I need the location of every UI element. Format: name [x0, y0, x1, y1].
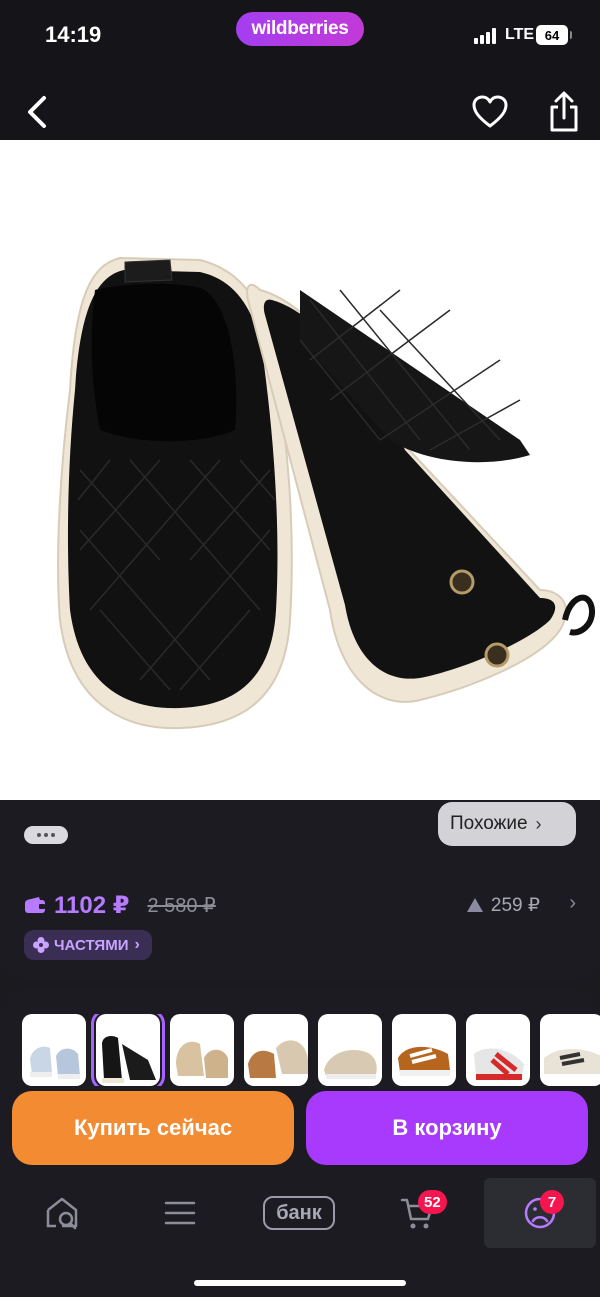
chevron-left-icon [28, 96, 46, 128]
shoe-thumbnail-icon [102, 1036, 156, 1083]
tab-bank[interactable]: банк [249, 1178, 349, 1248]
variant-thumbnails [22, 1014, 600, 1086]
bank-label: банк [263, 1196, 335, 1230]
share-button[interactable] [544, 90, 584, 134]
tab-cart[interactable]: 52 [368, 1178, 468, 1248]
tab-profile[interactable]: 7 [484, 1178, 596, 1248]
variant-thumbnail[interactable] [540, 1014, 600, 1086]
similar-label: Похожие [450, 813, 528, 834]
add-to-cart-button[interactable]: В корзину [306, 1091, 588, 1165]
variant-thumbnail[interactable] [318, 1014, 382, 1086]
wallet-icon [25, 897, 45, 913]
shoe-thumbnail-icon [248, 1040, 308, 1078]
favorite-button[interactable] [470, 92, 510, 132]
home-search-icon [46, 1197, 78, 1230]
network-label: LTE [505, 26, 535, 43]
status-time: 14:19 [45, 22, 102, 47]
profile-badge: 7 [540, 1190, 564, 1214]
buy-now-button[interactable]: Купить сейчас [12, 1091, 294, 1165]
signal-icon [474, 28, 496, 44]
installments-label: ЧАСТЯМИ [54, 936, 129, 954]
product-page: 14:19 wildberries LTE 64 Похожие › 1102 … [0, 0, 600, 1297]
current-price: 1102 ₽ [54, 891, 130, 919]
status-bar: 14:19 wildberries LTE 64 [0, 0, 600, 72]
variant-thumbnail[interactable] [392, 1014, 456, 1086]
old-price: 2 580 ₽ [147, 894, 216, 917]
share-icon [550, 91, 578, 132]
chevron-right-icon: › [535, 813, 542, 834]
variant-thumbnail[interactable] [466, 1014, 530, 1086]
triangle-up-icon [466, 898, 483, 912]
product-shoes-picture [57, 256, 595, 730]
price-delta-value: 259 ₽ [490, 894, 540, 916]
cart-badge: 52 [418, 1190, 447, 1214]
more-options-icon[interactable] [24, 826, 68, 844]
variant-thumbnail[interactable] [22, 1014, 86, 1086]
tab-catalog[interactable] [130, 1178, 230, 1248]
variant-thumbnail[interactable] [244, 1014, 308, 1086]
back-button[interactable] [18, 92, 58, 132]
chevron-right-icon: › [569, 892, 576, 914]
battery-icon: 64 [536, 25, 572, 45]
heart-icon [472, 95, 508, 128]
tab-home[interactable] [12, 1178, 112, 1248]
installments-button[interactable]: ЧАСТЯМИ › [24, 930, 152, 960]
shoe-thumbnail-icon [176, 1041, 228, 1078]
product-info: Похожие › 1102 ₽ 2 580 ₽ 259 ₽ › ЧАСТЯМИ… [0, 800, 600, 978]
price-row: 1102 ₽ 2 580 ₽ 259 ₽ › [24, 890, 576, 920]
price-delta[interactable]: 259 ₽ [466, 890, 540, 920]
menu-icon [164, 1201, 196, 1225]
shoe-thumbnail-icon [544, 1048, 600, 1074]
product-image[interactable] [0, 140, 600, 800]
nav-bar [0, 72, 600, 140]
similar-button[interactable]: Похожие › [438, 802, 576, 846]
shoe-thumbnail-icon [474, 1048, 524, 1080]
shoe-thumbnail-icon [30, 1046, 80, 1079]
chevron-right-icon: › [134, 936, 140, 953]
brand-pill[interactable]: wildberries [236, 12, 364, 46]
variant-thumbnail[interactable] [170, 1014, 234, 1086]
shoe-thumbnail-icon [324, 1050, 377, 1079]
home-indicator [194, 1280, 406, 1286]
variant-thumbnail-selected[interactable] [91, 1014, 165, 1086]
shoe-thumbnail-icon [398, 1046, 450, 1076]
flower-icon [33, 937, 49, 953]
